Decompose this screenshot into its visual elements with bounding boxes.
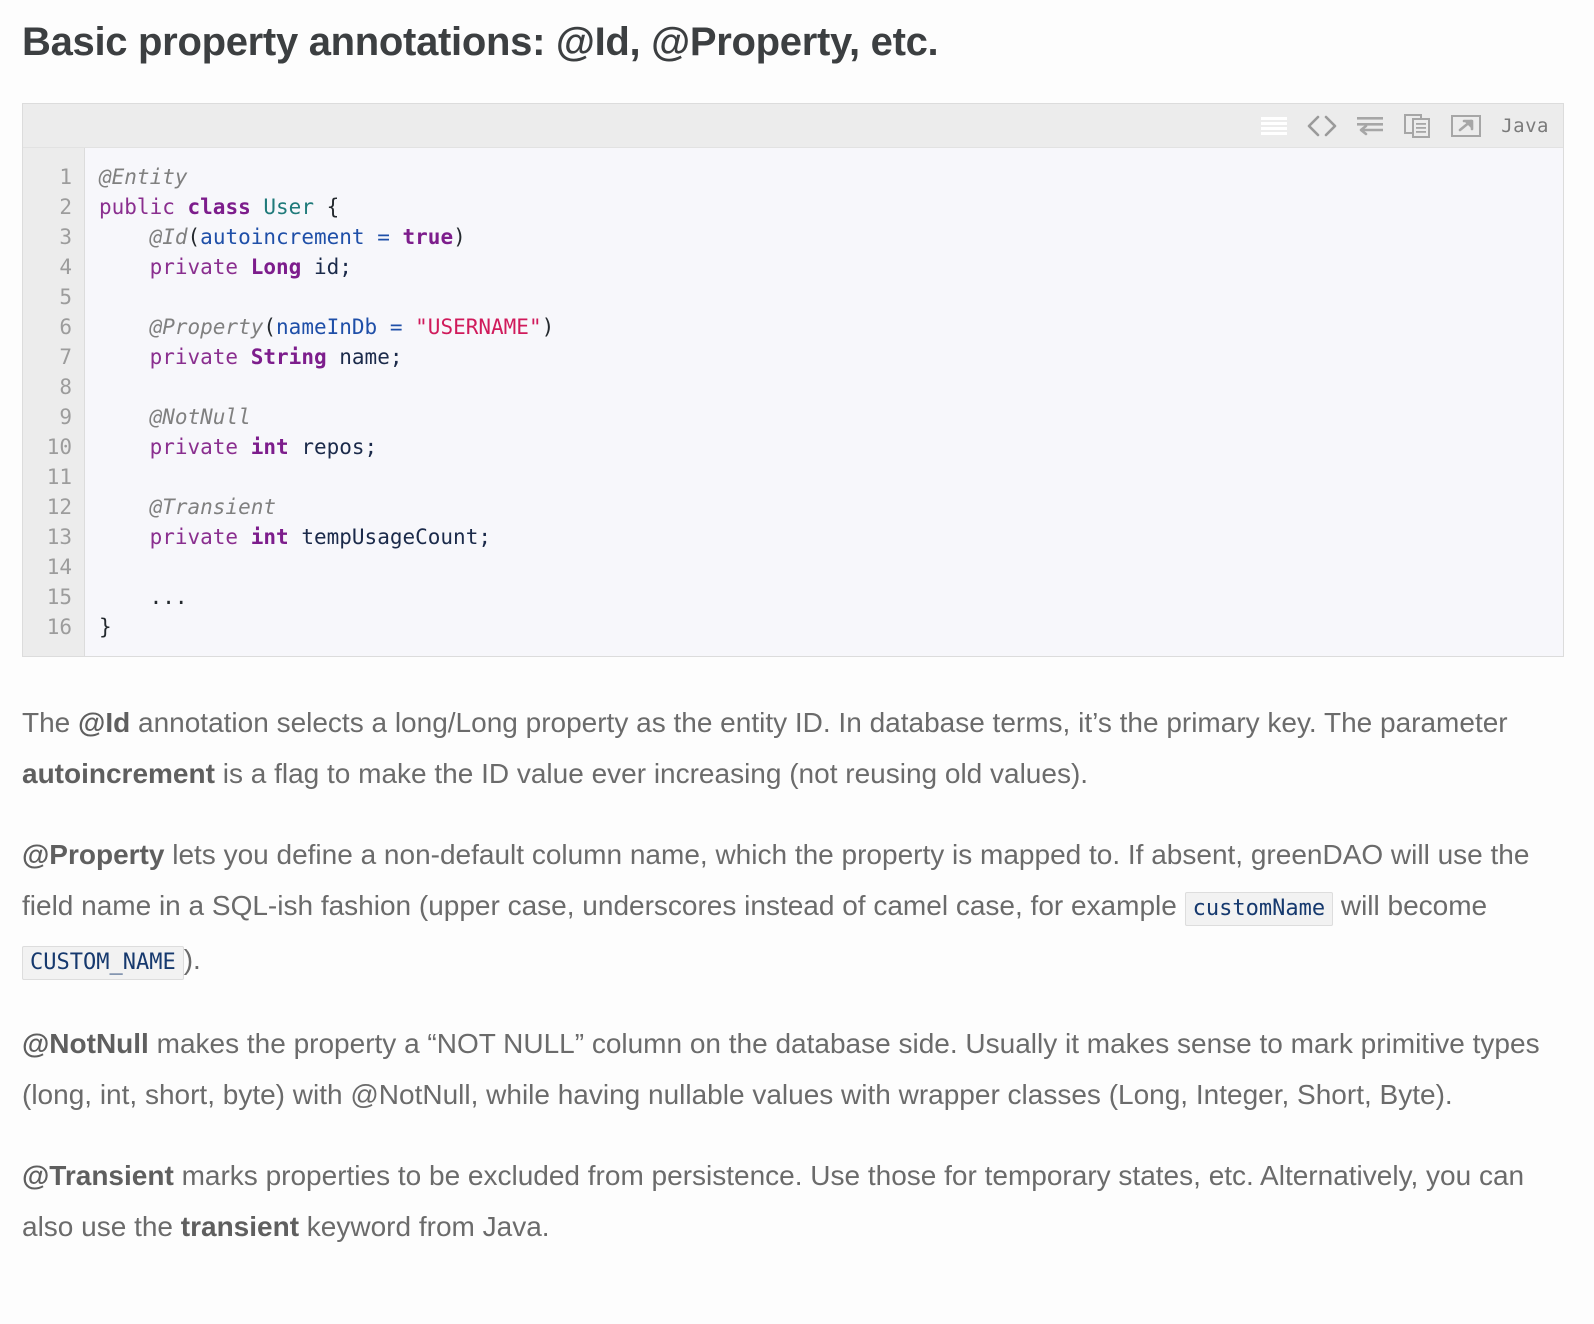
line-number: 7 [59,345,72,369]
copy-icon[interactable] [1401,113,1435,139]
code-block: Java 1 2 3 4 5 6 7 8 9 10 11 12 13 14 15… [22,103,1564,657]
line-number: 11 [46,465,72,489]
paragraph-id: The @Id annotation selects a long/Long p… [22,697,1562,799]
code-line: @Transient [149,495,277,519]
paragraph-transient: @Transient marks properties to be exclud… [22,1150,1562,1252]
p2-text-d: ). [183,944,201,975]
line-number: 3 [59,225,72,249]
line-number: 4 [59,255,72,279]
line-number: 8 [59,375,72,399]
code-line: } [99,615,112,639]
line-number: 15 [46,585,72,609]
line-number: 6 [59,315,72,339]
code-line: private int repos; [149,435,378,459]
page-title: Basic property annotations: @Id, @Proper… [22,20,939,64]
code-block-toolbar: Java [23,104,1563,148]
p1-text-c: annotation selects a long/Long property … [130,707,1508,738]
code-line: private String name; [149,345,403,369]
code-line: @NotNull [149,405,251,429]
code-line: ... [149,585,188,609]
paragraph-property: @Property lets you define a non-default … [22,829,1562,988]
show-lines-icon[interactable] [1257,113,1291,139]
line-number: 2 [59,195,72,219]
p4-bold-transient-keyword: transient [180,1211,300,1242]
word-wrap-icon[interactable] [1353,113,1387,139]
line-number: 13 [46,525,72,549]
p2-text-c: will become [1333,890,1488,921]
line-number: 9 [59,405,72,429]
document-page: Basic property annotations: @Id, @Proper… [0,14,1594,1252]
code-source[interactable]: @Entity public class User { @Id(autoincr… [85,148,1563,656]
p4-text-d: keyword from Java. [299,1211,550,1242]
p3-bold-notnull: @NotNull [22,1028,149,1059]
p1-text-a: The [22,707,79,738]
code-line: @Property(nameInDb = "USERNAME") [149,315,555,339]
paragraph-notnull: @NotNull makes the property a “NOT NULL”… [22,1018,1562,1120]
inline-code-customname: customName [1184,892,1334,926]
p2-bold-property: @Property [22,839,165,870]
line-number: 5 [59,285,72,309]
p4-bold-transient: @Transient [22,1160,174,1191]
code-line: @Entity [99,165,188,189]
p1-text-e: is a flag to make the ID value ever incr… [214,758,1089,789]
line-number: 16 [46,615,72,639]
open-in-new-window-icon[interactable] [1449,113,1483,139]
code-brackets-icon[interactable] [1305,113,1339,139]
code-line: @Id(autoincrement = true) [149,225,466,249]
code-line: private Long id; [149,255,352,279]
line-number: 14 [46,555,72,579]
p1-bold-id: @Id [78,707,131,738]
code-body: 1 2 3 4 5 6 7 8 9 10 11 12 13 14 15 16 @… [23,148,1563,656]
p3-text-b: makes the property a “NOT NULL” column o… [22,1028,1540,1110]
line-number: 1 [59,165,72,189]
p1-bold-autoincrement: autoincrement [22,758,215,789]
code-line: private int tempUsageCount; [149,525,491,549]
line-number: 10 [46,435,72,459]
code-language-label: Java [1501,114,1549,137]
inline-code-custom-name: CUSTOM_NAME [22,946,184,980]
article-body: The @Id annotation selects a long/Long p… [22,697,1572,1252]
line-number-gutter: 1 2 3 4 5 6 7 8 9 10 11 12 13 14 15 16 [23,148,85,656]
line-number: 12 [46,495,72,519]
code-line: public class User { [99,195,340,219]
